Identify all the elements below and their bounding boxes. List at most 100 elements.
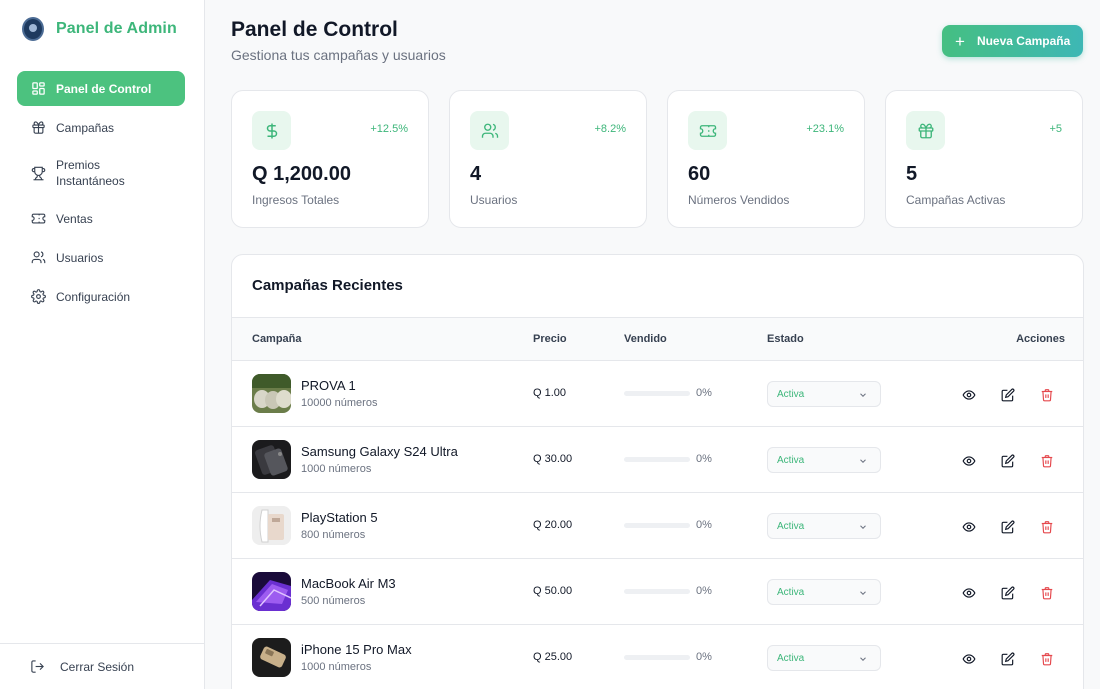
status-select[interactable]: Activa [767,513,881,539]
stat-label: Campañas Activas [906,193,1006,207]
sold-percentage: 0% [696,651,712,663]
campaign-price: Q 20.00 [533,519,573,531]
delete-icon[interactable] [1039,651,1055,667]
stat-value: Q 1,200.00 [252,163,351,185]
sidebar-item-configuracion[interactable]: Configuración [17,279,185,314]
view-icon[interactable] [961,585,977,601]
sidebar-item-usuarios[interactable]: Usuarios [17,240,185,275]
sidebar-item-panel-de-control[interactable]: Panel de Control [17,71,185,106]
users-icon [470,111,509,150]
sold-progress-bar [624,589,690,594]
campaign-name: Samsung Galaxy S24 Ultra [301,444,458,459]
status-select[interactable]: Activa [767,579,881,605]
sidebar-item-premios-instantaneos[interactable]: Premios Instantáneos [17,149,185,197]
gift-icon [906,111,945,150]
sidebar-item-label: Usuarios [56,250,104,265]
delete-icon[interactable] [1039,453,1055,469]
stat-card-revenue: +12.5% Q 1,200.00 Ingresos Totales [231,90,429,228]
brand-name: Panel de Admin [56,20,177,37]
stat-label: Usuarios [470,193,518,207]
delete-icon[interactable] [1039,519,1055,535]
table-header: Campaña Precio Vendido Estado Acciones [232,317,1083,361]
status-value: Activa [777,652,805,664]
ticket-icon [30,211,46,227]
view-icon[interactable] [961,387,977,403]
stat-change: +12.5% [370,123,408,135]
delete-icon[interactable] [1039,387,1055,403]
sold-percentage: 0% [696,519,712,531]
ticket-icon [688,111,727,150]
sold-progress-bar [624,523,690,528]
gear-icon [30,289,46,305]
edit-icon[interactable] [1000,519,1016,535]
sold-progress-bar [624,655,690,660]
delete-icon[interactable] [1039,585,1055,601]
campaign-thumbnail [252,572,291,611]
stat-label: Ingresos Totales [252,193,340,207]
panel-title: Campañas Recientes [252,277,403,294]
status-value: Activa [777,520,805,532]
campaign-number-count: 500 números [301,595,366,607]
view-icon[interactable] [961,453,977,469]
column-header-campaign: Campaña [252,333,302,345]
edit-icon[interactable] [1000,453,1016,469]
stat-value: 5 [906,163,918,185]
table-row: PlayStation 5 800 números Q 20.00 0% Activa [232,493,1083,559]
campaign-name: MacBook Air M3 [301,576,396,591]
edit-icon[interactable] [1000,387,1016,403]
sold-percentage: 0% [696,387,712,399]
stat-change: +5 [1049,123,1062,135]
new-campaign-label: Nueva Campaña [976,34,1071,48]
table-row: PROVA 1 10000 números Q 1.00 0% Activa [232,361,1083,427]
chevron-down-icon [858,654,868,667]
sold-percentage: 0% [696,585,712,597]
view-icon[interactable] [961,651,977,667]
stat-value: 4 [470,163,482,185]
logout-button[interactable]: Cerrar Sesión [0,643,205,689]
status-select[interactable]: Activa [767,447,881,473]
status-value: Activa [777,388,805,400]
logout-icon [30,659,46,675]
sold-progress-bar [624,391,690,396]
table-row: iPhone 15 Pro Max 1000 números Q 25.00 0% Ac… [232,625,1083,689]
campaign-thumbnail [252,638,291,677]
sidebar-item-label: Configuración [56,289,131,304]
sidebar-item-label: Ventas [56,211,93,226]
sidebar-nav: Panel de Control Campañas Premios Instan… [17,71,185,318]
campaign-name: PROVA 1 [301,378,356,393]
page-title: Panel de Control [231,18,398,41]
status-select[interactable]: Activa [767,381,881,407]
column-header-actions: Acciones [1016,333,1065,345]
campaign-price: Q 50.00 [533,585,573,597]
plus-icon: + [955,31,965,51]
sidebar-item-label: Premios Instantáneos [56,158,125,188]
campaign-number-count: 1000 números [301,463,372,475]
view-icon[interactable] [961,519,977,535]
sidebar: Panel de Admin Panel de Control Campañas… [0,0,205,689]
campaign-number-count: 1000 números [301,661,372,673]
logo [22,17,44,41]
status-value: Activa [777,586,805,598]
dashboard-icon [30,81,46,97]
column-header-sold: Vendido [624,333,667,345]
recent-campaigns-panel: Campañas Recientes Campaña Precio Vendid… [231,254,1084,689]
campaign-price: Q 30.00 [533,453,573,465]
edit-icon[interactable] [1000,585,1016,601]
campaign-number-count: 800 números [301,529,366,541]
sidebar-item-campanas[interactable]: Campañas [17,110,185,145]
status-select[interactable]: Activa [767,645,881,671]
chevron-down-icon [858,588,868,601]
campaign-price: Q 1.00 [533,387,567,399]
campaign-thumbnail [252,506,291,545]
sidebar-item-label: Panel de Control [56,81,152,96]
campaign-price: Q 25.00 [533,651,573,663]
dollar-icon [252,111,291,150]
stat-card-active-campaigns: +5 5 Campañas Activas [885,90,1083,228]
stat-label: Números Vendidos [688,193,790,207]
brand[interactable]: Panel de Admin [22,16,177,42]
stat-card-users: +8.2% 4 Usuarios [449,90,647,228]
edit-icon[interactable] [1000,651,1016,667]
sidebar-item-ventas[interactable]: Ventas [17,201,185,236]
status-value: Activa [777,454,805,466]
new-campaign-button[interactable]: + Nueva Campaña [942,25,1083,57]
